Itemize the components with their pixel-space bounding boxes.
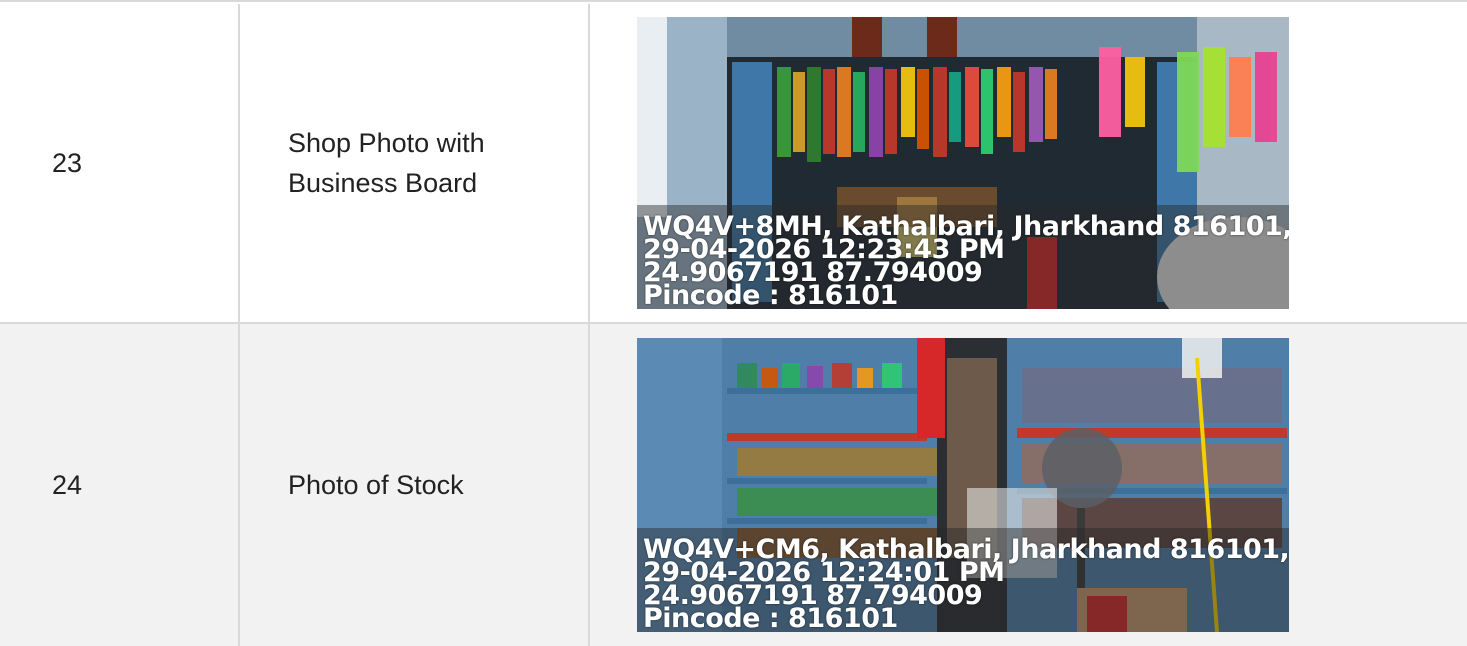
row-number-cell: 24 xyxy=(0,324,240,646)
stock-photo[interactable]: WQ4V+CM6, Kathalbari, Jharkhand 816101, … xyxy=(637,338,1289,632)
row-label: Shop Photo with Business Board xyxy=(288,128,485,198)
row-label: Photo of Stock xyxy=(288,470,464,500)
row-number: 23 xyxy=(52,148,83,178)
photo-table: 23 Shop Photo with Business Board WQ4V+8… xyxy=(0,0,1467,646)
shop-photo[interactable]: WQ4V+8MH, Kathalbari, Jharkhand 816101, … xyxy=(637,17,1289,309)
geo-stamp: WQ4V+CM6, Kathalbari, Jharkhand 816101, … xyxy=(643,536,1289,632)
geo-stamp: WQ4V+8MH, Kathalbari, Jharkhand 816101, … xyxy=(643,213,1289,309)
row-photo-cell: WQ4V+CM6, Kathalbari, Jharkhand 816101, … xyxy=(590,324,1467,646)
row-photo-cell: WQ4V+8MH, Kathalbari, Jharkhand 816101, … xyxy=(590,4,1467,322)
row-label-cell: Photo of Stock xyxy=(240,324,590,646)
table-row: 23 Shop Photo with Business Board WQ4V+8… xyxy=(0,4,1467,324)
row-label-cell: Shop Photo with Business Board xyxy=(240,4,590,322)
table-row: 24 Photo of Stock WQ4V+CM6, Kathalbari, … xyxy=(0,324,1467,646)
row-number-cell: 23 xyxy=(0,4,240,322)
row-number: 24 xyxy=(52,470,83,500)
